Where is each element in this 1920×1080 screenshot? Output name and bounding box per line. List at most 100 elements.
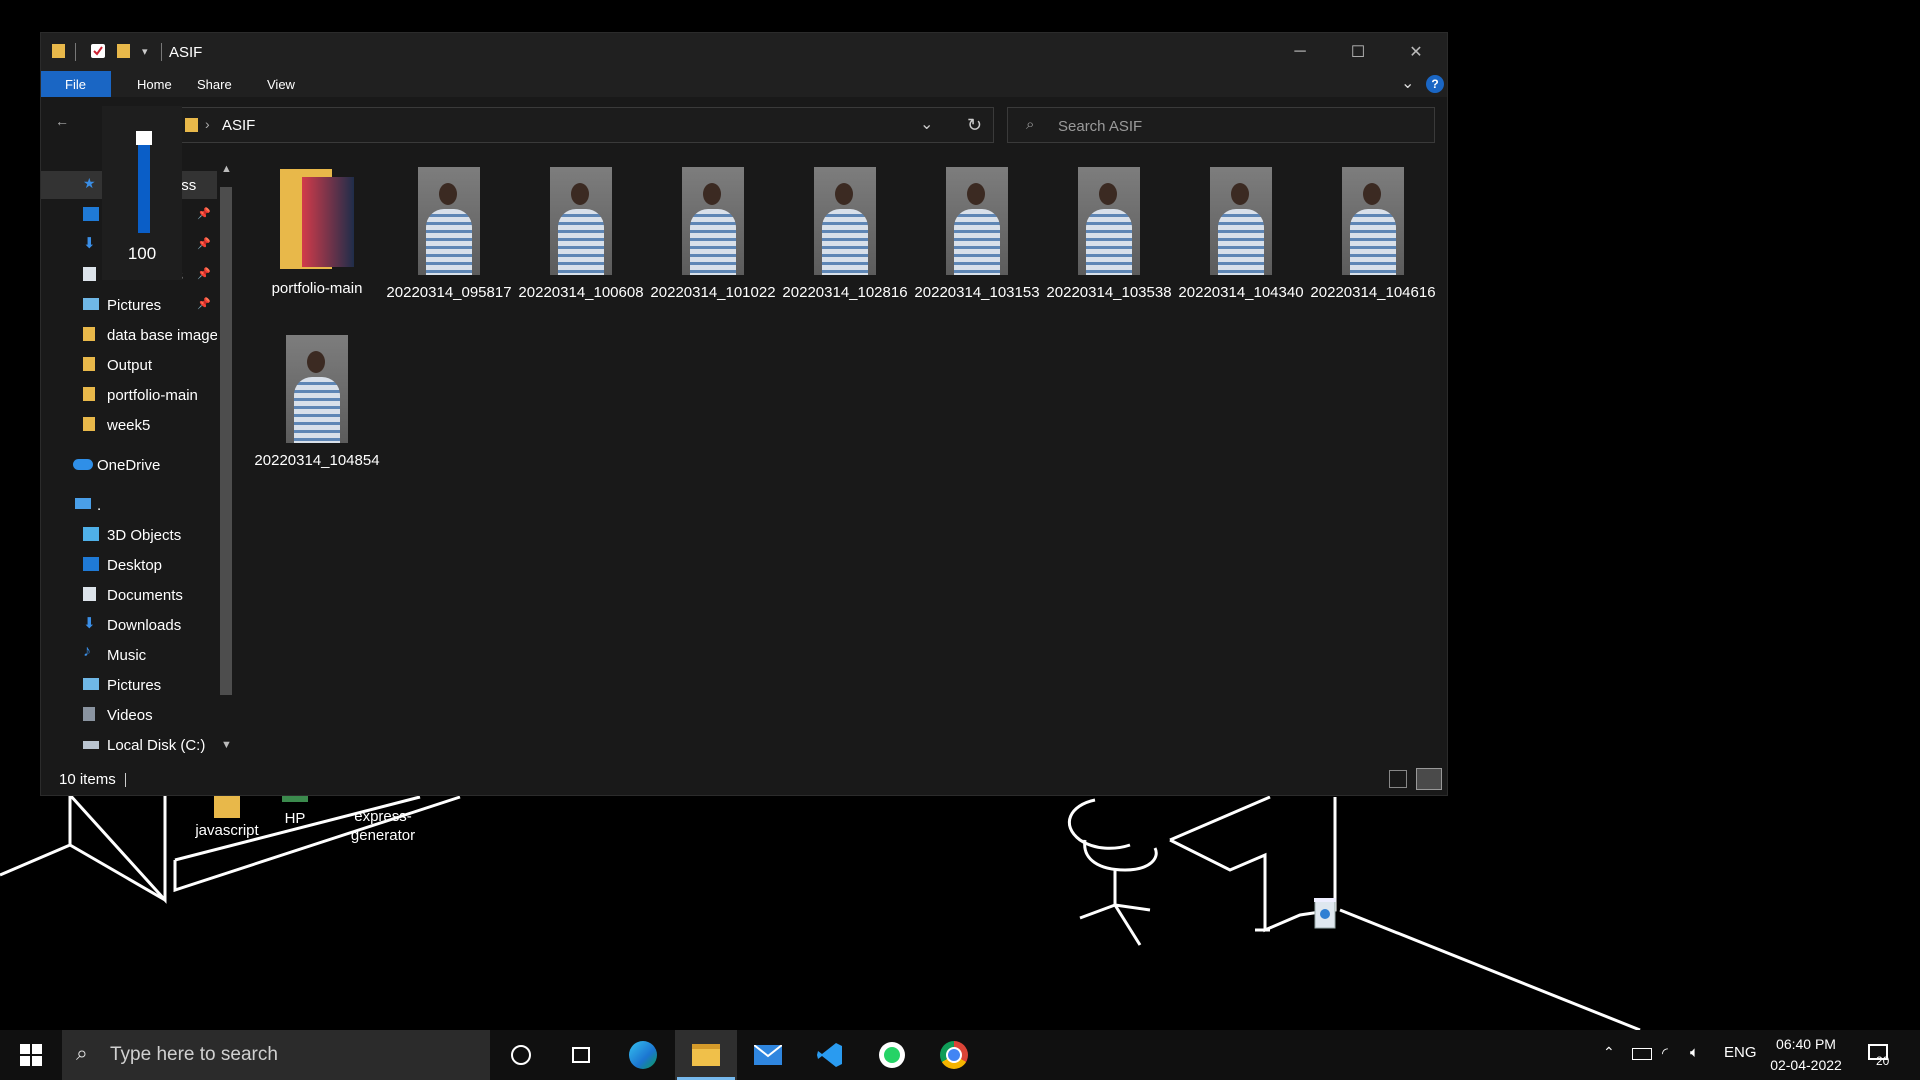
sidebar-item-this-pc-pictures[interactable]: Pictures [41, 671, 221, 699]
scroll-up-icon[interactable]: ▲ [221, 163, 232, 175]
sidebar-item-music[interactable]: ♪ Music [41, 641, 221, 669]
wifi-icon[interactable]: ◜ [1662, 1044, 1668, 1062]
divider [125, 773, 126, 787]
details-view-icon[interactable] [1389, 770, 1407, 788]
address-history-icon[interactable]: ⌄ [920, 114, 933, 134]
desktop-icon-express-generator[interactable]: express- generator [338, 788, 428, 864]
speaker-icon[interactable]: 🔈︎ [1690, 1044, 1699, 1061]
image-file-tile[interactable]: 20220314_102816 [779, 167, 911, 303]
tab-view[interactable]: View [267, 77, 295, 92]
taskbar-search-box[interactable]: ⌕ Type here to search [62, 1030, 490, 1080]
document-icon [83, 267, 96, 281]
volume-flyout[interactable]: 100 [102, 106, 182, 280]
taskbar-edge[interactable] [612, 1030, 674, 1080]
image-thumbnail [1210, 167, 1272, 275]
volume-slider[interactable] [138, 133, 150, 233]
sidebar-item-output[interactable]: Output [41, 351, 221, 379]
task-view-button[interactable] [550, 1030, 612, 1080]
new-folder-icon[interactable] [117, 44, 130, 58]
image-thumbnail [814, 167, 876, 275]
back-icon[interactable]: ← [55, 113, 69, 129]
clock[interactable]: 06:40 PM 02-04-2022 [1756, 1034, 1856, 1076]
image-thumbnail [286, 335, 348, 443]
sidebar-item-this-pc[interactable]: . [41, 491, 221, 519]
cloud-icon [73, 459, 93, 470]
sidebar-item-this-pc-documents[interactable]: Documents [41, 581, 221, 609]
scroll-thumb[interactable] [220, 187, 232, 695]
taskbar-whatsapp[interactable] [861, 1030, 923, 1080]
sidebar-item-portfolio-main[interactable]: portfolio-main [41, 381, 221, 409]
file-list[interactable]: portfolio-main 20220314_095817 20220314_10… [237, 149, 1447, 763]
cube-icon [83, 527, 99, 541]
task-view-icon [572, 1047, 590, 1063]
recycle-bin-icon[interactable] [1312, 896, 1338, 930]
clock-date: 02-04-2022 [1770, 1057, 1842, 1073]
taskbar-mail[interactable] [737, 1030, 799, 1080]
image-thumbnail [550, 167, 612, 275]
language-indicator[interactable]: ENG [1724, 1044, 1757, 1061]
taskbar-vscode[interactable] [799, 1030, 861, 1080]
search-input[interactable]: ⌕ Search ASIF [1007, 107, 1435, 143]
sidebar-item-data-base-image[interactable]: data base image [41, 321, 221, 349]
computer-icon [75, 498, 91, 509]
folder-icon [278, 167, 356, 271]
file-explorer-window[interactable]: ▾ ASIF ─ ☐ ✕ File Home Share View ⌄ ? ← … [40, 32, 1448, 796]
image-file-tile[interactable]: 20220314_104340 [1175, 167, 1307, 303]
navigation-scrollbar[interactable]: ▲ ▼ [217, 163, 235, 753]
volume-slider-thumb[interactable] [136, 131, 152, 145]
close-button[interactable]: ✕ [1387, 33, 1445, 71]
tab-share[interactable]: Share [197, 77, 232, 92]
desktop-icon-label: express- generator [350, 808, 416, 844]
image-file-tile[interactable]: 20220314_103538 [1043, 167, 1175, 303]
taskbar-chrome[interactable] [923, 1030, 985, 1080]
sidebar-item-local-disk[interactable]: Local Disk (C:) [41, 731, 221, 759]
scroll-down-icon[interactable]: ▼ [221, 739, 232, 751]
minimize-button[interactable]: ─ [1271, 33, 1329, 71]
file-name: 20220314_101022 [650, 284, 776, 301]
folder-icon [52, 44, 65, 58]
taskbar-file-explorer[interactable] [675, 1030, 737, 1080]
pin-icon: 📌 [197, 268, 211, 280]
sidebar-item-onedrive[interactable]: OneDrive [41, 451, 221, 479]
address-bar[interactable]: › ASIF ⌄ [176, 107, 994, 143]
title-bar[interactable]: ▾ ASIF ─ ☐ ✕ [41, 33, 1447, 71]
image-file-tile[interactable]: 20220314_100608 [515, 167, 647, 303]
folder-icon [83, 387, 95, 401]
file-name: portfolio-main [271, 280, 363, 297]
expand-ribbon-icon[interactable]: ⌄ [1401, 73, 1414, 93]
help-icon[interactable]: ? [1426, 75, 1444, 93]
cortana-icon [511, 1045, 531, 1065]
image-file-tile[interactable]: 20220314_104616 [1307, 167, 1439, 303]
sidebar-item-3d-objects[interactable]: 3D Objects [41, 521, 221, 549]
address-path[interactable]: ASIF [222, 117, 255, 134]
volume-value: 100 [127, 244, 157, 263]
show-hidden-icons[interactable]: ⌃ [1603, 1044, 1615, 1061]
start-button[interactable] [0, 1030, 62, 1080]
battery-icon[interactable] [1632, 1048, 1652, 1060]
desktop-icon [83, 207, 99, 221]
close-icon: ✕ [1409, 44, 1423, 61]
sidebar-item-pictures[interactable]: Pictures 📌 [41, 291, 221, 319]
image-file-tile[interactable]: 20220314_103153 [911, 167, 1043, 303]
maximize-button[interactable]: ☐ [1329, 33, 1387, 71]
sidebar-item-videos[interactable]: Videos [41, 701, 221, 729]
properties-icon[interactable] [91, 44, 105, 58]
cortana-button[interactable] [490, 1030, 552, 1080]
sidebar-item-week5[interactable]: week5 [41, 411, 221, 439]
vscode-icon [817, 1043, 842, 1067]
image-file-tile[interactable]: 20220314_101022 [647, 167, 779, 303]
image-file-tile[interactable]: 20220314_095817 [383, 167, 515, 303]
file-name: 20220314_104340 [1178, 284, 1304, 301]
large-icons-view-icon[interactable] [1416, 768, 1442, 790]
sidebar-item-this-pc-desktop[interactable]: Desktop [41, 551, 221, 579]
sidebar-item-this-pc-downloads[interactable]: ⬇ Downloads [41, 611, 221, 639]
customize-quick-access-icon[interactable]: ▾ [142, 45, 148, 58]
whatsapp-icon [879, 1042, 905, 1068]
refresh-icon[interactable]: ↻ [967, 115, 982, 136]
image-file-tile[interactable]: 20220314_104854 [251, 335, 383, 471]
folder-tile[interactable]: portfolio-main [251, 167, 383, 299]
maximize-icon: ☐ [1350, 44, 1366, 61]
clock-time: 06:40 PM [1776, 1036, 1836, 1052]
tab-file[interactable]: File [41, 71, 111, 97]
tab-home[interactable]: Home [137, 77, 172, 92]
